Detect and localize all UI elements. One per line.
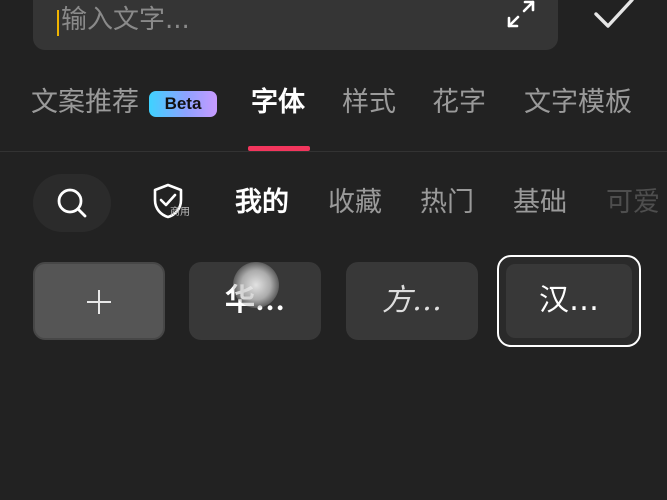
tabs-divider [0,151,667,152]
text-editor-panel: 输入文字... 文案推荐 Beta 字体 样式 花字 文字模板 商用 我的 收藏… [0,0,667,500]
subtab-mine[interactable]: 我的 [235,183,289,223]
commercial-label: 商用 [170,207,190,218]
main-tabs: 文案推荐 Beta 字体 样式 花字 文字模板 [0,76,667,136]
text-input[interactable]: 输入文字... [61,2,190,38]
subtab-cute[interactable]: 可爱 [606,183,660,223]
font-card-inner: 汉… [506,264,632,338]
font-card-selected[interactable]: 汉… [497,255,641,347]
font-card-label: 汉… [539,283,599,318]
subtab-popular[interactable]: 热门 [420,183,474,223]
touch-indicator [233,262,279,308]
font-card[interactable]: 方… [346,262,478,340]
font-search-button[interactable] [33,174,111,232]
beta-badge: Beta [149,91,217,117]
text-input-bar[interactable]: 输入文字... [33,0,558,50]
search-icon [57,188,87,218]
check-icon[interactable] [592,0,636,34]
subtab-favorites[interactable]: 收藏 [328,183,382,223]
tab-copy-recommend[interactable]: 文案推荐 [31,84,139,122]
tab-style[interactable]: 样式 [342,84,396,122]
tab-fancy-text[interactable]: 花字 [432,84,486,122]
tab-font[interactable]: 字体 [251,84,305,122]
expand-icon[interactable] [505,0,537,30]
tab-text-template[interactable]: 文字模板 [524,84,632,122]
font-card-label: 方… [382,283,442,318]
text-caret [57,10,59,36]
add-font-button[interactable] [33,262,165,340]
commercial-filter[interactable]: 商用 [150,182,196,224]
subtab-basic[interactable]: 基础 [513,183,567,223]
